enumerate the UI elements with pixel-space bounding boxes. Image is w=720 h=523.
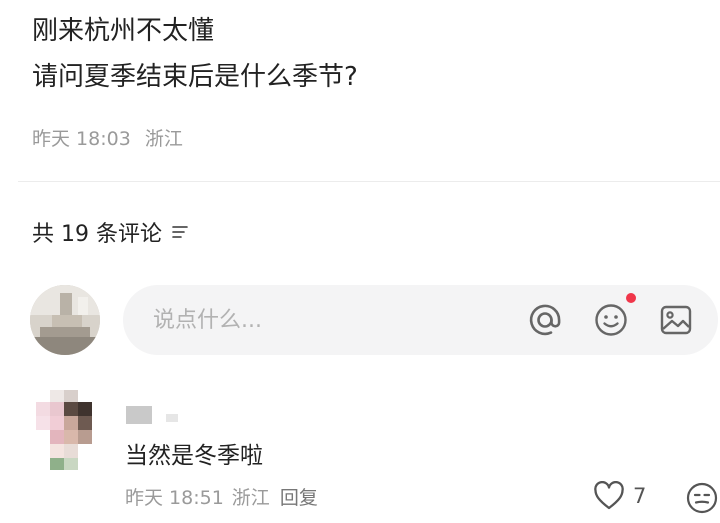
comment-count-header[interactable]: 共 19 条评论 xyxy=(32,216,190,248)
comment-time: 昨天 18:51 xyxy=(125,487,224,509)
comment-count-label: 共 19 条评论 xyxy=(32,222,162,247)
image-icon[interactable] xyxy=(658,302,694,338)
avatar-image xyxy=(30,285,100,355)
emoji-icon[interactable] xyxy=(593,302,629,338)
divider xyxy=(18,181,720,182)
post-time: 昨天 18:03 xyxy=(32,128,131,150)
at-icon[interactable] xyxy=(527,302,563,338)
post-location: 浙江 xyxy=(144,128,183,150)
reaction-emoji-icon[interactable] xyxy=(685,481,719,515)
comment-location: 浙江 xyxy=(231,487,270,509)
comment-input-bar xyxy=(123,285,718,355)
comment-meta: 昨天 18:51 浙江 回复 xyxy=(125,483,318,510)
comment-input[interactable] xyxy=(153,285,513,355)
post-line-1: 刚来杭州不太懂 xyxy=(32,16,215,46)
like-count: 7 xyxy=(633,484,647,508)
post-line-2: 请问夏季结束后是什么季节? xyxy=(32,62,358,92)
post-body: 刚来杭州不太懂 请问夏季结束后是什么季节? xyxy=(32,8,692,100)
heart-icon xyxy=(594,481,624,510)
sort-lines-icon[interactable] xyxy=(170,222,190,242)
avatar[interactable] xyxy=(30,285,100,355)
comment-text: 当然是冬季啦 xyxy=(125,443,263,469)
commenter-name-redacted[interactable] xyxy=(126,404,182,426)
post-meta: 昨天 18:03 浙江 xyxy=(32,124,183,151)
commenter-avatar[interactable] xyxy=(36,390,104,470)
reply-button[interactable]: 回复 xyxy=(280,483,318,510)
notification-dot xyxy=(626,293,636,303)
like-button[interactable]: 7 xyxy=(593,481,646,511)
